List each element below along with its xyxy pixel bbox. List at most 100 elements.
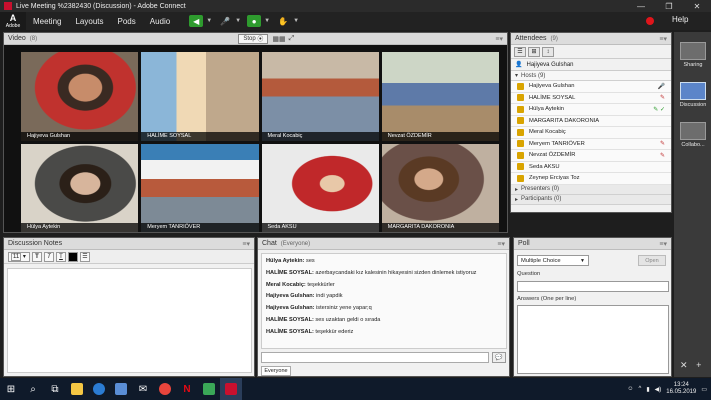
store-icon[interactable] bbox=[110, 378, 132, 400]
video-tile[interactable]: Nevzat ÖZDEMİR bbox=[381, 52, 499, 141]
speaker-control[interactable]: ◀ ▼ bbox=[189, 15, 212, 27]
host-icon bbox=[517, 163, 524, 171]
chat-tab-everyone[interactable]: Everyone bbox=[261, 366, 291, 376]
video-tile[interactable]: Hajiyeva Gulshan bbox=[21, 52, 139, 141]
participants-section[interactable]: ▸ Participants (0) bbox=[511, 194, 671, 205]
layout-discussion[interactable]: Discussion bbox=[678, 82, 708, 108]
mail-icon[interactable]: ✉ bbox=[132, 378, 154, 400]
menu-pods[interactable]: Pods bbox=[111, 17, 143, 26]
microphone-control[interactable]: 🎤 ▼ bbox=[218, 15, 241, 27]
bullet-list-button[interactable]: ☰ bbox=[80, 251, 90, 262]
chat-messages: Hülya Aytekin: ses HALİME SOYSAL: azerba… bbox=[261, 253, 507, 349]
italic-button[interactable]: T bbox=[44, 251, 54, 262]
video-tile[interactable]: MARGARITA DAKORONIA bbox=[381, 143, 499, 232]
close-button[interactable]: ✕ bbox=[683, 2, 711, 11]
minimize-button[interactable]: — bbox=[627, 2, 655, 11]
text-color-button[interactable] bbox=[68, 251, 78, 262]
sort-icon[interactable]: ↕ bbox=[542, 46, 554, 57]
chat-pod: Chat (Everyone) ≡▾ Hülya Aytekin: ses HA… bbox=[257, 237, 510, 377]
chevron-down-icon[interactable]: ▼ bbox=[206, 18, 212, 24]
collapse-icon[interactable]: ✕ bbox=[680, 360, 688, 370]
speaker-icon[interactable]: ◀ bbox=[189, 15, 204, 27]
user-icon: 👤 bbox=[515, 62, 523, 68]
task-view-icon[interactable]: ⧉ bbox=[44, 378, 66, 400]
attendee-row[interactable]: Nevzat ÖZDEMİR ✎ bbox=[511, 150, 671, 162]
microphone-icon[interactable]: 🎤 bbox=[218, 15, 232, 27]
menu-meeting[interactable]: Meeting bbox=[26, 17, 68, 26]
attendee-row[interactable]: Meral Kocabiç bbox=[511, 127, 671, 139]
discussion-notes-pod: Discussion Notes ≡▾ 11 ▾ T T T ☰ bbox=[3, 237, 255, 377]
list-view-icon[interactable]: ☰ bbox=[514, 46, 526, 57]
send-message-button[interactable]: 💬 bbox=[492, 352, 506, 363]
attendee-row[interactable]: Hajiyeva Gulshan 🎤 bbox=[511, 81, 671, 93]
chat-input[interactable] bbox=[261, 352, 489, 363]
people-icon[interactable]: ☺ bbox=[627, 386, 633, 392]
chevron-down-icon[interactable]: ▼ bbox=[264, 18, 270, 24]
agree-icon: ✎ ✓ bbox=[653, 106, 665, 113]
volume-icon[interactable]: ◀) bbox=[655, 386, 662, 393]
question-input[interactable] bbox=[517, 281, 669, 292]
netflix-icon[interactable]: N bbox=[176, 378, 198, 400]
notifications-icon[interactable]: ▭ bbox=[701, 386, 707, 393]
bold-button[interactable]: T bbox=[32, 251, 42, 262]
attendee-row[interactable]: Meryem TANRIÖVER ✎ bbox=[511, 138, 671, 150]
host-icon bbox=[517, 128, 524, 136]
answers-input[interactable] bbox=[517, 305, 669, 374]
video-tile[interactable]: Meryem TANRIÖVER bbox=[141, 143, 259, 232]
underline-button[interactable]: T bbox=[56, 251, 66, 262]
attendees-toolbar: ☰ ⊞ ↕ bbox=[511, 45, 671, 59]
file-explorer-icon[interactable] bbox=[66, 378, 88, 400]
recording-indicator-icon[interactable] bbox=[646, 17, 654, 25]
pod-menu-icon[interactable]: ≡▾ bbox=[242, 240, 250, 248]
pod-menu-icon[interactable]: ≡▾ bbox=[659, 240, 667, 248]
photos-icon[interactable] bbox=[198, 378, 220, 400]
raise-hand-icon[interactable]: ✋ bbox=[276, 15, 290, 27]
notes-editor[interactable] bbox=[7, 268, 252, 373]
pod-menu-icon[interactable]: ≡▾ bbox=[659, 35, 667, 43]
attendee-row[interactable]: HALİME SOYSAL ✎ bbox=[511, 92, 671, 104]
add-layout-icon[interactable]: + bbox=[696, 360, 701, 370]
layout-grid-icon[interactable]: ▦▦ bbox=[272, 35, 285, 43]
presenters-section[interactable]: ▸ Presenters (0) bbox=[511, 184, 671, 195]
video-tile-name: Hajiyeva Gulshan bbox=[21, 131, 139, 141]
menu-layouts[interactable]: Layouts bbox=[68, 17, 110, 26]
video-tile[interactable]: Hülya Aytekin bbox=[21, 143, 139, 232]
chevron-up-icon[interactable]: ^ bbox=[639, 386, 642, 392]
attendee-row[interactable]: MARGARITA DAKORONIA bbox=[511, 115, 671, 127]
pod-menu-icon[interactable]: ≡▾ bbox=[497, 240, 505, 248]
chevron-down-icon[interactable]: ▼ bbox=[235, 18, 241, 24]
help-menu[interactable]: Help bbox=[672, 15, 688, 24]
open-poll-button[interactable]: Open bbox=[638, 255, 666, 266]
raise-hand-control[interactable]: ✋ ▼ bbox=[276, 15, 299, 27]
search-icon[interactable]: ⌕ bbox=[22, 378, 44, 400]
menu-audio[interactable]: Audio bbox=[143, 17, 177, 26]
maximize-button[interactable]: ❐ bbox=[655, 2, 683, 11]
video-tile[interactable]: Meral Kocabiç bbox=[261, 52, 379, 141]
video-tile[interactable]: Seda AKSU bbox=[261, 143, 379, 232]
poll-type-select[interactable]: Multiple Choice ▼ bbox=[517, 255, 589, 266]
breakout-icon[interactable]: ⊞ bbox=[528, 46, 540, 57]
adobe-connect-taskbar-icon[interactable] bbox=[220, 378, 242, 400]
attendee-row[interactable]: Zeynep Erciyas Toz bbox=[511, 173, 671, 185]
clock[interactable]: 13:24 16.05.2019 bbox=[666, 382, 696, 396]
hosts-section[interactable]: ▾ Hosts (9) bbox=[511, 71, 671, 81]
layout-collaboration[interactable]: Collabo... bbox=[678, 122, 708, 148]
chrome-icon[interactable] bbox=[154, 378, 176, 400]
layout-sharing[interactable]: Sharing bbox=[678, 42, 708, 68]
network-icon[interactable]: ▮ bbox=[646, 386, 649, 393]
video-tile[interactable]: HALİME SOYSAL bbox=[141, 52, 259, 141]
attendee-row[interactable]: Seda AKSU bbox=[511, 161, 671, 173]
webcam-control[interactable]: ● ▼ bbox=[247, 15, 270, 27]
chevron-down-icon[interactable]: ▼ bbox=[293, 18, 299, 24]
pod-menu-icon[interactable]: ≡▾ bbox=[495, 35, 503, 43]
chevron-right-icon: ▸ bbox=[515, 186, 519, 193]
fullscreen-icon[interactable]: ⤢ bbox=[289, 35, 295, 43]
windows-start-icon[interactable]: ⊞ bbox=[0, 378, 22, 400]
webcam-icon[interactable]: ● bbox=[247, 15, 262, 27]
font-size-select[interactable]: 11 ▾ bbox=[8, 251, 30, 262]
stop-webcam-button[interactable]: Stop ⦿ bbox=[238, 33, 269, 44]
current-user-row[interactable]: 👤 Hajiyeva Gulshan bbox=[511, 59, 671, 71]
chat-message: HALİME SOYSAL: azerbaycandaki kız kalesi… bbox=[266, 269, 477, 276]
attendee-row[interactable]: Hülya Aytekin ✎ ✓ bbox=[511, 104, 671, 116]
edge-icon[interactable] bbox=[88, 378, 110, 400]
